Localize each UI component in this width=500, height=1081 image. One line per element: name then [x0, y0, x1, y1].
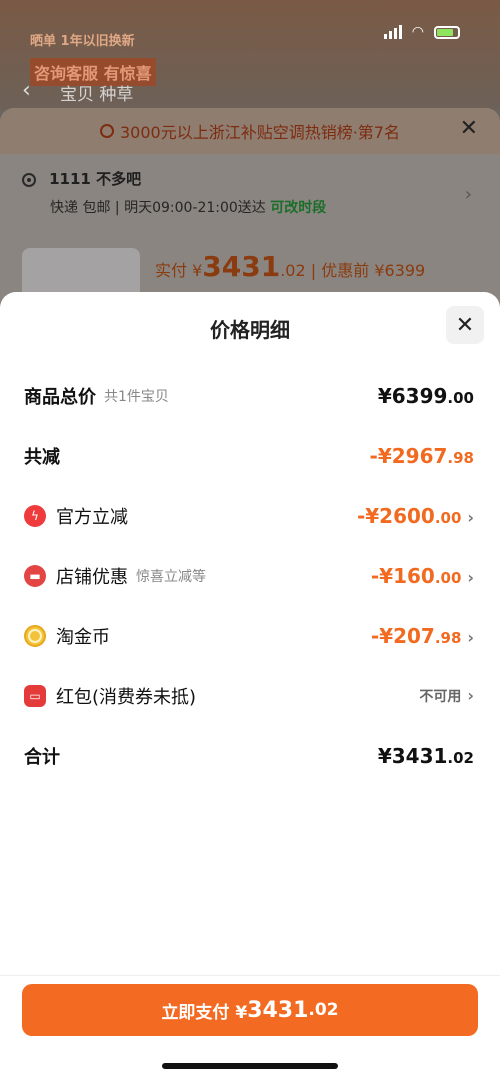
pay-button-amount: 3431	[247, 997, 309, 1023]
row-label: 淘金币	[56, 627, 110, 648]
home-indicator[interactable]	[162, 1063, 338, 1069]
wifi-icon: ◠	[411, 24, 424, 40]
row-amount: -¥2600.00 ›	[357, 504, 474, 528]
row-sublabel: 共1件宝贝	[104, 389, 169, 405]
row-label: 商品总价	[24, 387, 96, 408]
amount-decimal: .00	[434, 509, 462, 527]
medal-icon	[100, 124, 114, 138]
row-label: 合计	[24, 747, 60, 768]
background-header: 晒单 1年以旧换新 咨询客服 有惊喜 ‹ 宝贝 种草	[0, 0, 500, 110]
row-amount: ¥6399.00	[378, 384, 474, 408]
amount-main: ¥6399	[377, 384, 448, 408]
amount-decimal: .00	[434, 569, 462, 587]
sheet-close-icon[interactable]: ✕	[460, 116, 478, 141]
pay-button-label: 立即支付 ¥	[161, 1002, 248, 1023]
chevron-right-icon: ›	[467, 628, 474, 647]
unavailable-text: 不可用	[419, 689, 462, 705]
amount-decimal: .00	[447, 389, 474, 407]
before-discount: | 优惠前 ¥6399	[310, 261, 426, 280]
modal-title: 价格明细	[210, 318, 290, 342]
battery-icon	[434, 25, 460, 39]
coin-icon	[24, 625, 46, 647]
row-label: 官方立减	[56, 507, 128, 528]
location-pin-icon	[22, 172, 36, 187]
row-red-packet[interactable]: ▭ 红包(消费券未抵) 不可用 ›	[24, 676, 474, 716]
chevron-right-icon: ›	[467, 686, 474, 705]
chevron-right-icon: ›	[464, 184, 472, 205]
row-shop-discount[interactable]: ▬ 店铺优惠 惊喜立减等 -¥160.00 ›	[24, 556, 474, 596]
delivery-info: 快递 包邮 | 明天09:00-21:00送达	[50, 200, 266, 216]
amount-decimal: .98	[447, 449, 474, 467]
rank-banner: 3000元以上浙江补贴空调热销榜·第7名	[0, 108, 500, 154]
amount-main: -¥160	[370, 564, 435, 588]
amount-decimal: .02	[447, 749, 474, 767]
footer-divider	[0, 975, 500, 976]
signal-icon	[383, 25, 402, 39]
row-total-discount: 共减 -¥2967.98	[24, 436, 474, 476]
row-amount: -¥207.98 ›	[371, 624, 474, 648]
red-packet-icon: ▭	[24, 685, 46, 707]
price-detail-modal: 价格明细 ✕ 商品总价 共1件宝贝 ¥6399.00 共减 -¥2967.98 …	[0, 292, 500, 1081]
product-tabs[interactable]: 宝贝 种草	[60, 80, 133, 105]
promo-text-1: 晒单 1年以旧换新	[30, 34, 135, 49]
status-bar: ◠	[383, 24, 460, 40]
paid-label: 实付 ¥	[155, 261, 203, 280]
close-button[interactable]: ✕	[446, 306, 484, 344]
change-time-link[interactable]: 可改时段	[270, 200, 326, 216]
amount-main: ¥3431	[377, 744, 448, 768]
close-icon: ✕	[455, 312, 475, 338]
row-sublabel: 惊喜立减等	[136, 569, 206, 585]
back-icon[interactable]: ‹	[22, 78, 31, 103]
row-official-discount[interactable]: ϟ 官方立减 -¥2600.00 ›	[24, 496, 474, 536]
amount-decimal: .98	[434, 629, 462, 647]
paid-price-summary: 实付 ¥3431.02 | 优惠前 ¥6399	[155, 250, 425, 283]
address-section[interactable]: 1111 不多吧 快递 包邮 | 明天09:00-21:00送达 可改时段 ›	[22, 168, 482, 217]
paid-amount: 3431	[202, 250, 281, 283]
amount-main: -¥207	[370, 624, 435, 648]
pay-button-decimal: .02	[308, 1000, 339, 1020]
amount-main: -¥2600	[356, 504, 435, 528]
chevron-right-icon: ›	[467, 508, 474, 527]
address-name: 1111 不多吧	[49, 170, 142, 188]
row-amount: -¥2967.98	[370, 444, 474, 468]
row-taojinbi[interactable]: 淘金币 -¥207.98 ›	[24, 616, 474, 656]
row-amount: -¥160.00 ›	[371, 564, 474, 588]
row-status: 不可用 ›	[419, 686, 474, 706]
amount-main: -¥2967	[369, 444, 448, 468]
row-label: 红包(消费券未抵)	[56, 687, 197, 708]
lightning-icon: ϟ	[24, 505, 46, 527]
row-label: 共减	[24, 447, 60, 468]
chevron-right-icon: ›	[467, 568, 474, 587]
shop-icon: ▬	[24, 565, 46, 587]
row-amount: ¥3431.02	[378, 744, 474, 768]
pay-now-button[interactable]: 立即支付 ¥3431.02	[22, 984, 478, 1036]
paid-decimal: .02	[280, 261, 306, 280]
row-label: 店铺优惠	[56, 567, 128, 588]
row-grand-total: 合计 ¥3431.02	[24, 736, 474, 776]
rank-text: 3000元以上浙江补贴空调热销榜·第7名	[120, 123, 400, 142]
row-total-price: 商品总价 共1件宝贝 ¥6399.00	[24, 376, 474, 416]
